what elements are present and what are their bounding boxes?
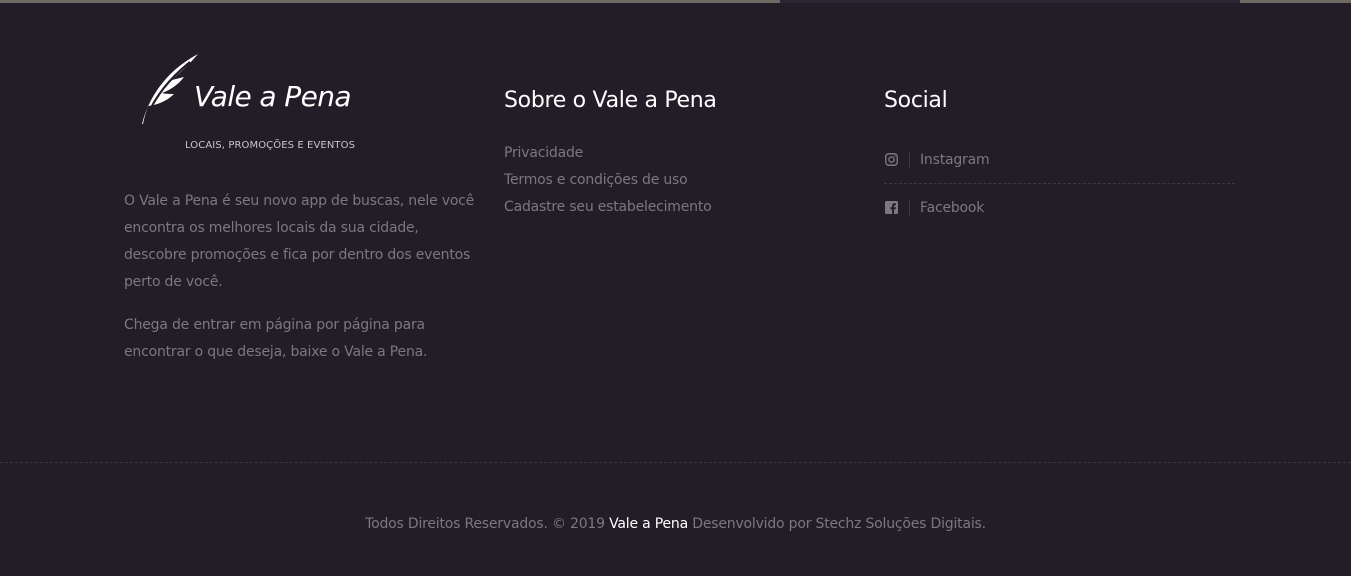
link-cadastre[interactable]: Cadastre seu estabelecimento [504, 196, 712, 223]
brand-tagline: LOCAIS, PROMOÇÕES E EVENTOS [184, 140, 356, 151]
separator [909, 152, 910, 167]
copyright-prefix: Todos Direitos Reservados. © 2019 [365, 516, 605, 532]
about-paragraph-1: O Vale a Pena é seu novo app de buscas, … [124, 193, 475, 290]
social-link-facebook[interactable]: Facebook [884, 184, 1235, 231]
instagram-icon [884, 153, 898, 167]
social-list: Instagram Facebook [884, 136, 1235, 231]
feather-icon [142, 54, 198, 124]
copyright: Todos Direitos Reservados. © 2019 Vale a… [0, 516, 1351, 532]
copyright-brand-link[interactable]: Vale a Pena [609, 516, 688, 532]
facebook-label: Facebook [920, 199, 985, 216]
copyright-suffix: Desenvolvido por Stechz Soluções Digitai… [692, 516, 986, 532]
social-link-instagram[interactable]: Instagram [884, 136, 1235, 184]
about-section-title: Sobre o Vale a Pena [504, 88, 717, 113]
separator [909, 200, 910, 215]
about-paragraph-2: Chega de entrar em página por página par… [124, 317, 428, 360]
logo-wordmark: Vale a Pena [194, 80, 352, 113]
link-privacidade[interactable]: Privacidade [504, 142, 712, 169]
facebook-icon [884, 201, 898, 215]
footer-divider [0, 462, 1351, 463]
instagram-label: Instagram [920, 151, 990, 168]
top-edge-overlay [780, 0, 1240, 3]
social-section-title: Social [884, 88, 948, 113]
link-termos[interactable]: Termos e condições de uso [504, 169, 712, 196]
about-links: Privacidade Termos e condições de uso Ca… [504, 142, 712, 223]
vale-a-pena-logo[interactable]: Vale a Pena [138, 52, 378, 127]
